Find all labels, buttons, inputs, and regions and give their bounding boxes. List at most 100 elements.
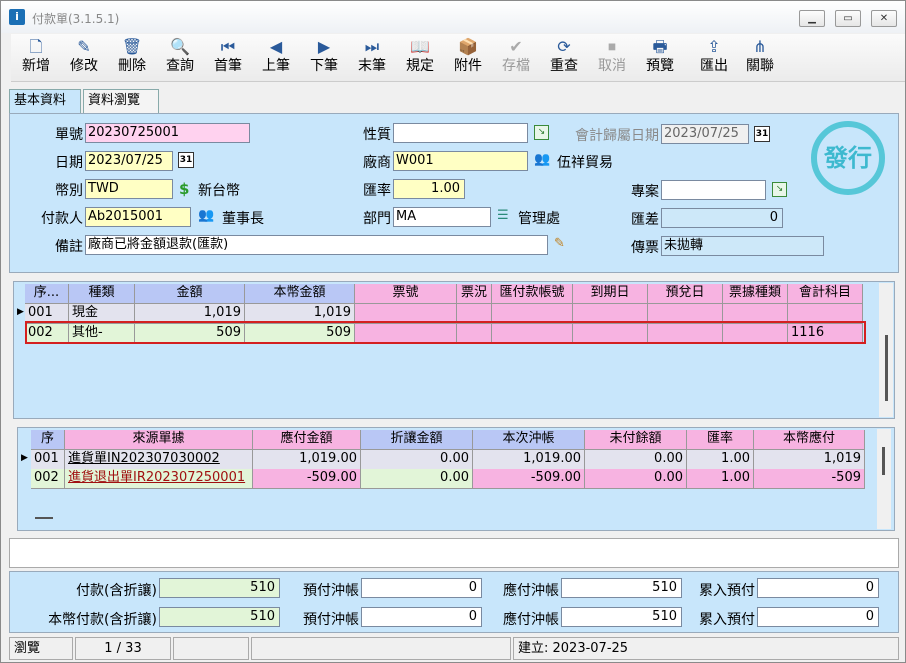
grid2-header[interactable]: 應付金額 bbox=[253, 430, 361, 450]
grid2-header[interactable]: 序 bbox=[31, 430, 65, 450]
grid1-header[interactable]: 金額 bbox=[135, 284, 245, 304]
grid2-cell[interactable]: -509.00 bbox=[473, 469, 585, 489]
source-doc-link[interactable]: 進貨單IN202307030002 bbox=[65, 450, 253, 470]
remark-field[interactable]: 廠商已將金額退款(匯款) bbox=[85, 235, 548, 255]
new-doc-icon: 🗋 bbox=[29, 37, 43, 56]
grid2-header[interactable]: 未付餘額 bbox=[585, 430, 687, 450]
dept-field[interactable]: MA bbox=[393, 207, 491, 227]
attachment-icon: 📦 bbox=[458, 37, 478, 56]
grid2-cell[interactable]: 1.00 bbox=[687, 450, 754, 470]
local-accum-prepay-label: 累入預付 bbox=[699, 612, 755, 628]
toolbar-button-3[interactable]: 🔍 查詢 bbox=[157, 37, 203, 79]
toolbar-button-4[interactable]: ⏮ 首筆 bbox=[205, 37, 251, 79]
grid2-cell[interactable]: 1,019.00 bbox=[253, 450, 361, 470]
grid2-cell[interactable]: -509 bbox=[754, 469, 865, 489]
vendor-field[interactable]: W001 bbox=[393, 151, 528, 171]
title-bar: i 付款單(3.1.5.1) ▁ ▭ ✕ bbox=[1, 1, 905, 33]
pencil-icon[interactable]: ✎ bbox=[554, 236, 565, 251]
grid2-cell[interactable]: 1,019.00 bbox=[473, 450, 585, 470]
grid1-header[interactable]: 預兌日 bbox=[648, 284, 723, 304]
nature-field[interactable] bbox=[393, 123, 528, 143]
grid2-cell[interactable]: 0.00 bbox=[361, 469, 473, 489]
grid2-cell[interactable]: 0.00 bbox=[361, 450, 473, 470]
toolbar-button-12[interactable]: ⏹ 取消 bbox=[589, 37, 635, 79]
currency-name: 新台幣 bbox=[198, 183, 240, 199]
grid2-header[interactable]: 匯率 bbox=[687, 430, 754, 450]
grid1-header[interactable]: 票號 bbox=[355, 284, 457, 304]
toolbar-button-2[interactable]: 🗑 刪除 bbox=[109, 37, 155, 79]
toolbar-button-1[interactable]: ✎ 修改 bbox=[61, 37, 107, 79]
toolbar-button-label: 存檔 bbox=[502, 58, 530, 74]
voucher-field: 未拋轉 bbox=[661, 236, 824, 256]
message-bar bbox=[9, 538, 899, 568]
grid1-header[interactable]: 到期日 bbox=[573, 284, 648, 304]
acct-calendar-icon[interactable]: 31 bbox=[754, 126, 770, 142]
refresh-icon: ⟳ bbox=[557, 37, 571, 56]
toolbar-button-7[interactable]: ⏭ 末筆 bbox=[349, 37, 395, 79]
toolbar-button-10[interactable]: ✔ 存檔 bbox=[493, 37, 539, 79]
toolbar-button-label: 首筆 bbox=[214, 58, 242, 74]
grid1-header[interactable]: 匯付款帳號 bbox=[492, 284, 573, 304]
toolbar-button-8[interactable]: 📖 規定 bbox=[397, 37, 443, 79]
project-field[interactable] bbox=[661, 180, 766, 200]
local-pay-label: 本幣付款(含折讓) bbox=[48, 612, 157, 628]
grid2-cell[interactable]: 001 bbox=[31, 450, 65, 470]
grid1-header[interactable]: 票況 bbox=[457, 284, 492, 304]
grid2-cell[interactable]: 0.00 bbox=[585, 469, 687, 489]
vendor-lookup-icon[interactable]: 👥 bbox=[534, 152, 550, 167]
grid1-header[interactable]: 序... bbox=[25, 284, 69, 304]
dollar-icon[interactable]: $ bbox=[179, 180, 189, 198]
date-label: 日期 bbox=[55, 155, 83, 171]
grid2-header[interactable]: 本次沖帳 bbox=[473, 430, 585, 450]
currency-field[interactable]: TWD bbox=[85, 179, 173, 199]
doc-no-field[interactable]: 20230725001 bbox=[85, 123, 250, 143]
toolbar-button-label: 修改 bbox=[70, 58, 98, 74]
toolbar-button-15[interactable]: ⋔ 關聯 bbox=[737, 37, 783, 79]
remark-label: 備註 bbox=[55, 239, 83, 255]
grid2-cell[interactable]: 1,019 bbox=[754, 450, 865, 470]
grid2-header[interactable]: 折讓金額 bbox=[361, 430, 473, 450]
source-doc-link[interactable]: 進貨退出單IR202307250001 bbox=[65, 469, 253, 489]
toolbar: 🗋 新增 ✎ 修改 🗑 刪除 🔍 查詢 ⏮ 首筆 ◀ 上筆 ▶ 下筆 ⏭ 末筆 📖 規定 📦 附件 ✔ 存檔 ⟳ 重查 ⏹ 取消 🖶… bbox=[11, 34, 905, 82]
date-field[interactable]: 2023/07/25 bbox=[85, 151, 173, 171]
grid2-cell[interactable]: -509.00 bbox=[253, 469, 361, 489]
local-accum-prepay-field: 0 bbox=[757, 607, 879, 627]
first-icon: ⏮ bbox=[220, 37, 236, 56]
trash-icon: 🗑 bbox=[121, 37, 143, 56]
grid2-cell[interactable]: 1.00 bbox=[687, 469, 754, 489]
grid1-header[interactable]: 本幣金額 bbox=[245, 284, 355, 304]
grid1-scrollbar[interactable] bbox=[879, 283, 893, 417]
grid1-header[interactable]: 票據種類 bbox=[723, 284, 788, 304]
calendar-icon[interactable]: 31 bbox=[178, 152, 194, 168]
payer-field[interactable]: Ab2015001 bbox=[85, 207, 191, 227]
toolbar-button-13[interactable]: 🖶 預覽 bbox=[637, 37, 683, 79]
grid2-cell[interactable]: 0.00 bbox=[585, 450, 687, 470]
close-button[interactable]: ✕ bbox=[871, 10, 897, 27]
toolbar-button-5[interactable]: ◀ 上筆 bbox=[253, 37, 299, 79]
toolbar-button-0[interactable]: 🗋 新增 bbox=[13, 37, 59, 79]
tab-basic[interactable]: 基本資料 bbox=[9, 89, 81, 114]
grid1-header[interactable]: 種類 bbox=[69, 284, 135, 304]
grid2-scrollbar[interactable] bbox=[877, 429, 891, 529]
grid2-header[interactable]: 來源單據 bbox=[65, 430, 253, 450]
tree-icon[interactable]: ☰ bbox=[497, 208, 509, 223]
toolbar-button-6[interactable]: ▶ 下筆 bbox=[301, 37, 347, 79]
status-cell-3 bbox=[173, 637, 249, 660]
minimize-button[interactable]: ▁ bbox=[799, 10, 825, 27]
tab-browse[interactable]: 資料瀏覽 bbox=[83, 89, 159, 113]
toolbar-button-14[interactable]: ⇪ 匯出 bbox=[691, 37, 737, 79]
user-icon[interactable]: 👥 bbox=[198, 208, 214, 223]
grid2-hscroll-thumb[interactable] bbox=[35, 517, 53, 519]
grid1-header[interactable]: 會計科目 bbox=[788, 284, 863, 304]
lookup-project-icon[interactable]: ↘ bbox=[772, 182, 787, 197]
acct-date-field: 2023/07/25 bbox=[661, 124, 749, 144]
grid2-scroll-thumb[interactable] bbox=[882, 447, 885, 475]
grid2-cell[interactable]: 002 bbox=[31, 469, 65, 489]
toolbar-button-9[interactable]: 📦 附件 bbox=[445, 37, 491, 79]
grid1-scroll-thumb[interactable] bbox=[885, 335, 888, 401]
lookup-nature-icon[interactable]: ↘ bbox=[534, 125, 549, 140]
maximize-button[interactable]: ▭ bbox=[835, 10, 861, 27]
rate-field[interactable]: 1.00 bbox=[393, 179, 465, 199]
toolbar-button-11[interactable]: ⟳ 重查 bbox=[541, 37, 587, 79]
grid2-header[interactable]: 本幣應付 bbox=[754, 430, 865, 450]
